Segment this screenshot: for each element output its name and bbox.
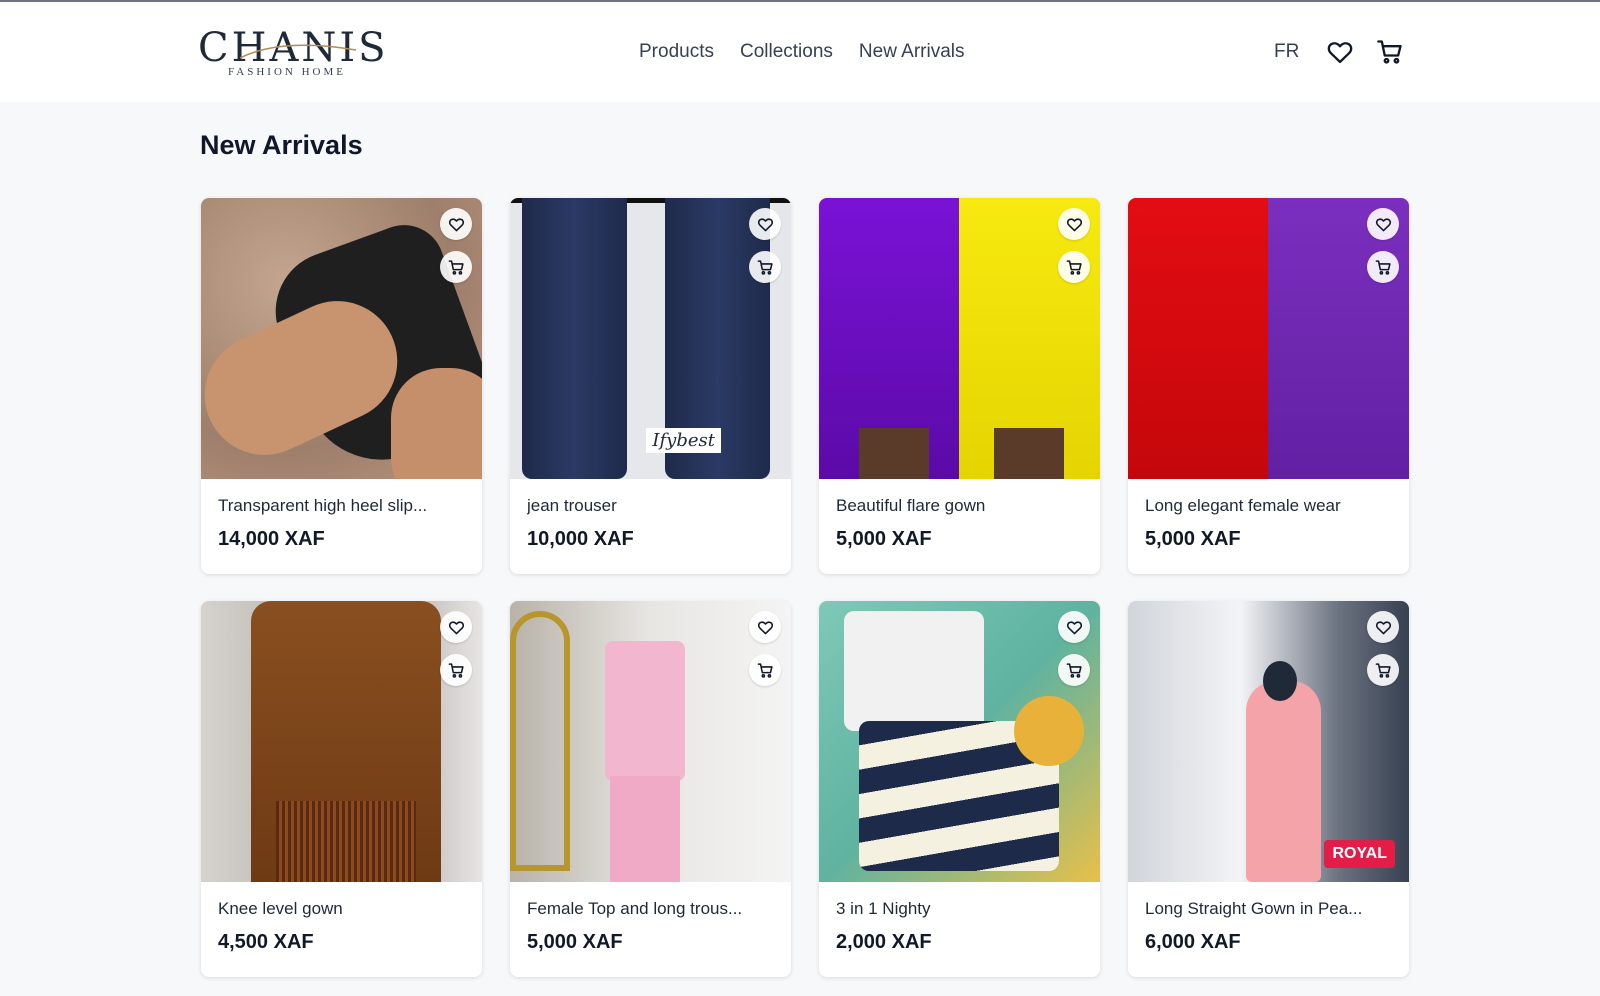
product-image[interactable] xyxy=(1128,198,1409,479)
product-card[interactable]: Beautiful flare gown 5,000 XAF xyxy=(819,198,1100,574)
cart-icon[interactable] xyxy=(1367,654,1399,686)
product-name[interactable]: Female Top and long trous... xyxy=(527,899,777,919)
product-name[interactable]: jean trouser xyxy=(527,496,777,516)
product-price: 10,000 XAF xyxy=(527,528,634,550)
heart-icon[interactable] xyxy=(440,208,472,240)
heart-icon[interactable] xyxy=(749,611,781,643)
cart-icon[interactable] xyxy=(1058,251,1090,283)
product-grid: Transparent high heel slip... 14,000 XAF… xyxy=(201,198,1409,977)
product-card[interactable]: ROYAL Long Straight Gown in Pea... 6,000… xyxy=(1128,601,1409,977)
product-image[interactable]: ROYAL xyxy=(1128,601,1409,882)
cart-icon[interactable] xyxy=(749,251,781,283)
product-card[interactable]: Knee level gown 4,500 XAF xyxy=(201,601,482,977)
product-image[interactable] xyxy=(510,601,791,882)
image-badge: ROYAL xyxy=(1324,840,1395,868)
product-price: 4,500 XAF xyxy=(218,931,314,953)
product-price: 5,000 XAF xyxy=(527,931,623,953)
product-name[interactable]: Transparent high heel slip... xyxy=(218,496,468,516)
product-card[interactable]: Ifybest jean trouser 10,000 XAF xyxy=(510,198,791,574)
product-price: 2,000 XAF xyxy=(836,931,932,953)
cart-icon[interactable] xyxy=(1058,654,1090,686)
language-switch[interactable]: FR xyxy=(1274,40,1299,64)
product-image[interactable] xyxy=(201,198,482,479)
heart-icon[interactable] xyxy=(1058,611,1090,643)
heart-icon[interactable] xyxy=(1367,611,1399,643)
image-watermark: Ifybest xyxy=(646,428,721,453)
brand-tagline: FASHION HOME xyxy=(228,66,346,78)
product-price: 6,000 XAF xyxy=(1145,931,1241,953)
heart-icon[interactable] xyxy=(1326,38,1354,66)
nav-collections[interactable]: Collections xyxy=(740,40,833,64)
heart-icon[interactable] xyxy=(440,611,472,643)
brand-logo[interactable]: CHANIS FASHION HOME xyxy=(198,28,386,80)
product-name[interactable]: Beautiful flare gown xyxy=(836,496,1086,516)
cart-icon[interactable] xyxy=(749,654,781,686)
heart-icon[interactable] xyxy=(1058,208,1090,240)
product-image[interactable] xyxy=(201,601,482,882)
nav-products[interactable]: Products xyxy=(639,40,714,64)
product-image[interactable] xyxy=(819,601,1100,882)
product-card[interactable]: Long elegant female wear 5,000 XAF xyxy=(1128,198,1409,574)
product-name[interactable]: Long elegant female wear xyxy=(1145,496,1395,516)
logo-swoosh-icon xyxy=(239,44,357,59)
product-name[interactable]: Knee level gown xyxy=(218,899,468,919)
section-title: New Arrivals xyxy=(200,130,363,160)
cart-icon[interactable] xyxy=(1367,251,1399,283)
cart-icon[interactable] xyxy=(440,251,472,283)
product-card[interactable]: Transparent high heel slip... 14,000 XAF xyxy=(201,198,482,574)
product-price: 14,000 XAF xyxy=(218,528,325,550)
heart-icon[interactable] xyxy=(1367,208,1399,240)
product-image[interactable] xyxy=(819,198,1100,479)
product-card[interactable]: Female Top and long trous... 5,000 XAF xyxy=(510,601,791,977)
site-header: CHANIS FASHION HOME Products Collections… xyxy=(0,0,1600,102)
product-card[interactable]: 3 in 1 Nighty 2,000 XAF xyxy=(819,601,1100,977)
product-price: 5,000 XAF xyxy=(836,528,932,550)
main-nav: Products Collections New Arrivals xyxy=(639,40,965,64)
product-name[interactable]: Long Straight Gown in Pea... xyxy=(1145,899,1395,919)
product-image[interactable]: Ifybest xyxy=(510,198,791,479)
cart-icon[interactable] xyxy=(440,654,472,686)
cart-icon[interactable] xyxy=(1376,38,1404,66)
product-name[interactable]: 3 in 1 Nighty xyxy=(836,899,1086,919)
nav-new-arrivals[interactable]: New Arrivals xyxy=(859,40,965,64)
heart-icon[interactable] xyxy=(749,208,781,240)
product-price: 5,000 XAF xyxy=(1145,528,1241,550)
